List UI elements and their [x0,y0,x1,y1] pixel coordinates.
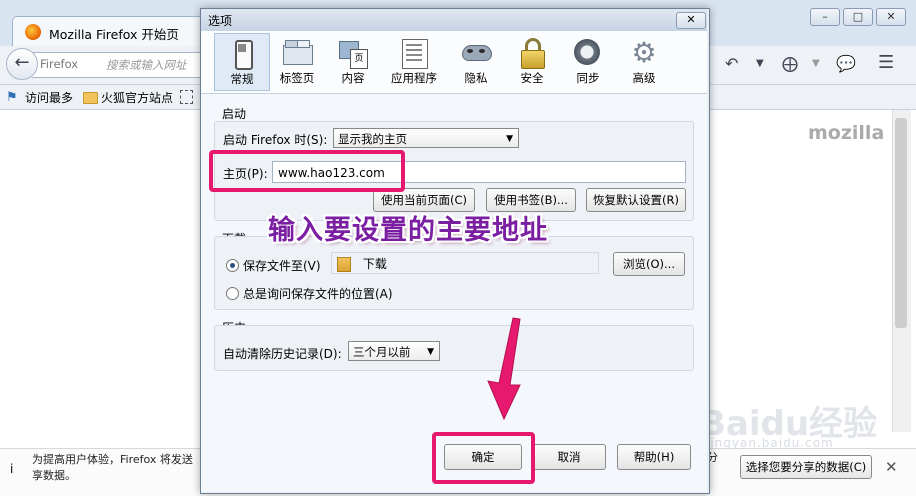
home-page-highlight [209,150,405,192]
pane-label: 标签页 [279,71,315,85]
minimize-button[interactable]: – [810,8,840,26]
annotation-arrow-icon [487,317,521,421]
dialog-close-button[interactable]: ✕ [676,12,706,29]
startup-when-value: 显示我的主页 [338,132,407,146]
ok-button-highlight [432,432,535,484]
notification-close-icon[interactable]: ✕ [885,458,898,476]
bookmark-firefox-official[interactable]: 火狐官方站点 [101,89,173,106]
download-folder-icon [337,257,351,272]
pane-privacy[interactable]: 隐私 [449,33,503,89]
firefox-logo-icon [25,24,41,40]
content-icon: 页 [339,37,368,69]
pane-label: 隐私 [464,71,488,85]
info-icon: i [10,462,14,476]
back-arrow-icon: ← [14,52,30,73]
tabs-icon [283,37,313,67]
padlock-icon [518,37,546,69]
download-folder-value: 下载 [362,257,387,271]
chat-bubble-icon[interactable]: 💬 [836,54,856,73]
save-to-radio[interactable] [226,259,239,272]
tab-title: Mozilla Firefox 开始页 [49,27,179,42]
always-ask-radio[interactable] [226,287,239,300]
bookmark-most-visited[interactable]: 访问最多 [25,89,73,106]
pane-content[interactable]: 页 内容 [326,33,380,89]
scrollbar-thumb[interactable] [895,118,907,328]
pane-label: 高级 [632,71,656,85]
page-icon [180,90,193,104]
back-button[interactable]: ← [6,48,38,80]
url-brand-label: Firefox [40,57,79,71]
applications-icon [400,37,428,69]
startup-when-select[interactable]: 显示我的主页 ▼ [333,128,519,148]
browse-button[interactable]: 浏览(O)... [613,252,685,276]
pane-security[interactable]: 安全 [505,33,559,89]
pane-label: 内容 [341,71,365,85]
pane-general[interactable]: 常规 [214,33,270,91]
notification-line-1: 为提高用户体验，Firefox 将发送 [32,453,193,466]
browser-tab[interactable]: Mozilla Firefox 开始页 [12,16,204,47]
notification-line-2: 享数据。 [32,469,76,482]
annotation-text: 输入要设置的主要地址 [268,215,548,246]
pane-applications[interactable]: 应用程序 [387,33,441,89]
dropdown-arrow-icon[interactable]: ▼ [756,58,764,69]
always-ask-label[interactable]: 总是询问保存文件的位置(A) [243,285,393,302]
startup-group-title: 启动 [222,107,247,121]
pane-advanced[interactable]: ⚙ 高级 [617,33,671,89]
dropdown-arrow-icon-2[interactable]: ▼ [812,58,820,69]
switch-icon [228,38,256,70]
startup-when-label: 启动 Firefox 时(S): [223,133,328,147]
maximize-button[interactable]: □ [843,8,873,26]
pane-label: 同步 [576,71,600,85]
bookmark-icon: ⚑ [6,90,18,105]
gear-icon: ⚙ [631,36,657,69]
pane-label: 安全 [520,71,544,85]
help-button[interactable]: 帮助(H) [617,444,691,470]
history-clear-label: 自动清除历史记录(D): [223,347,342,361]
mozilla-logo: mozilla [808,122,885,144]
pane-label: 常规 [230,72,254,86]
undo-icon[interactable]: ↶ [725,54,738,73]
close-window-button[interactable]: ✕ [876,8,906,26]
pane-label: 应用程序 [391,71,437,85]
dialog-titlebar: 选项 [201,9,707,31]
share-data-button[interactable]: 选择您要分享的数据(C) [740,455,872,479]
cancel-button[interactable]: 取消 [532,444,606,470]
save-to-label[interactable]: 保存文件至(V) [243,257,321,274]
mask-icon [462,37,492,67]
history-clear-value: 三个月以前 [353,345,411,359]
url-placeholder: 搜索或输入网址 [106,58,187,72]
menu-icon[interactable]: ☰ [878,52,894,73]
chevron-down-icon: ▼ [506,134,513,144]
restore-default-button[interactable]: 恢复默认设置(R) [586,188,686,212]
folder-icon [83,92,98,104]
notification-text: 为提高用户体验，Firefox 将发送 享数据。 [32,452,202,484]
sync-icon [574,37,602,67]
url-bar[interactable]: Firefox 搜索或输入网址 [32,52,203,78]
dialog-title: 选项 [208,14,233,28]
pane-sync[interactable]: 同步 [561,33,615,89]
baidu-watermark-sub: jingyan.baidu.com [706,436,834,450]
history-clear-select[interactable]: 三个月以前 ▼ [348,341,440,361]
crop-icon[interactable]: ⨁ [782,54,798,73]
chevron-down-icon: ▼ [427,347,434,357]
pane-tabs[interactable]: 标签页 [270,33,324,89]
download-folder-field[interactable]: 下载 [331,252,599,274]
